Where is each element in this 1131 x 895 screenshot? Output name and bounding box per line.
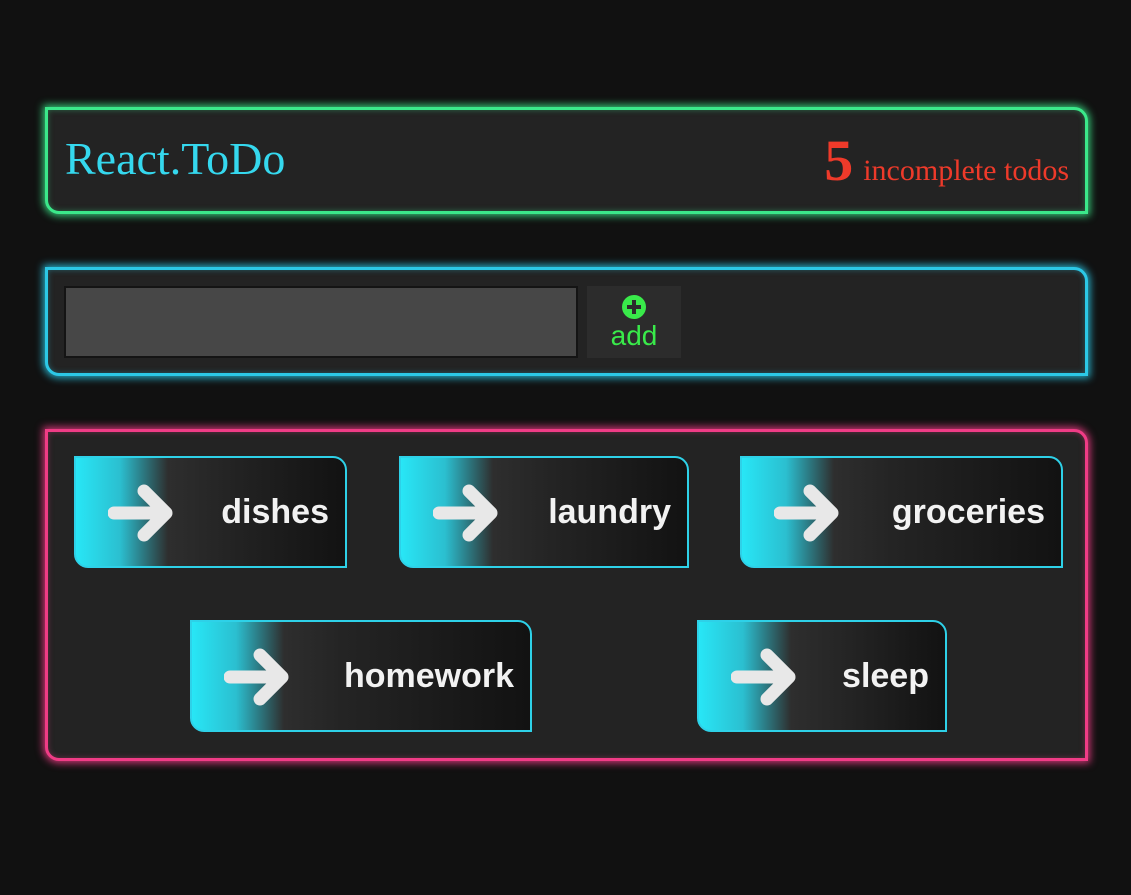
todo-label: sleep <box>842 657 929 695</box>
plus-circle-icon <box>622 295 646 319</box>
arrow-right-icon <box>224 648 289 706</box>
todo-item-dishes[interactable]: dishes <box>74 456 347 568</box>
incomplete-count: 5 <box>824 128 854 193</box>
todo-item-homework[interactable]: homework <box>190 620 532 732</box>
arrow-right-icon <box>731 648 796 706</box>
todo-item-groceries[interactable]: groceries <box>740 456 1063 568</box>
todo-item-sleep[interactable]: sleep <box>697 620 947 732</box>
add-button[interactable]: add <box>587 286 681 358</box>
todo-list: dishes laundry groceries homework sleep <box>45 429 1088 761</box>
add-button-label: add <box>610 320 658 351</box>
todo-label: laundry <box>548 493 671 531</box>
add-todo-form: add <box>45 267 1088 376</box>
todo-item-laundry[interactable]: laundry <box>399 456 689 568</box>
app-title: React.ToDo <box>65 133 286 184</box>
arrow-right-icon <box>774 484 839 542</box>
arrow-right-icon <box>108 484 173 542</box>
arrow-right-icon <box>433 484 498 542</box>
todo-label: groceries <box>891 493 1045 531</box>
incomplete-count-label: incomplete todos <box>863 154 1069 187</box>
todo-label: dishes <box>221 493 329 531</box>
todo-input[interactable] <box>64 286 578 358</box>
todo-label: homework <box>343 657 514 695</box>
incomplete-counter: 5 incomplete todos <box>824 132 1069 190</box>
header-panel: React.ToDo 5 incomplete todos <box>45 107 1088 214</box>
